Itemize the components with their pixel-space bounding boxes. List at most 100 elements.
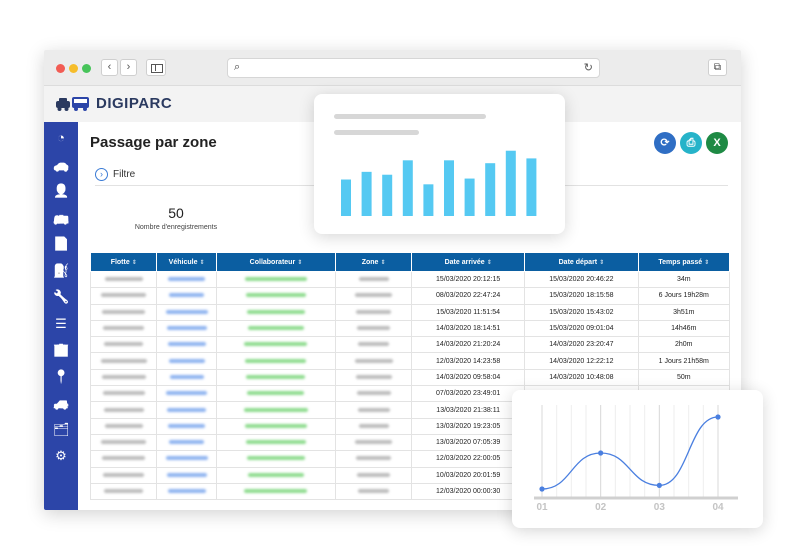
blurred-content — [358, 423, 389, 428]
blurred-cell — [215, 303, 337, 321]
data-point — [539, 486, 545, 492]
blurred-content — [247, 326, 304, 331]
maximize-window-dot[interactable] — [82, 64, 91, 73]
blurred-content — [101, 374, 146, 379]
blurred-cell — [89, 385, 158, 403]
column-header-label: Date départ — [558, 258, 598, 266]
blurred-cell — [335, 450, 413, 468]
blurred-content — [355, 440, 393, 445]
table-cell: 15/03/2020 09:01:04 — [524, 319, 639, 338]
tabs-overview-icon[interactable]: ⧉ — [708, 59, 727, 76]
blurred-cell — [156, 368, 217, 387]
dashboard-icon[interactable]: ◔ — [53, 130, 69, 146]
blurred-cell — [156, 319, 217, 338]
fuel-icon[interactable]: ⛽ — [53, 263, 69, 279]
logo[interactable]: DIGIPARC — [56, 95, 172, 112]
gear-icon[interactable]: ⚙ — [53, 448, 69, 464]
table-cell: 15/03/2020 11:51:54 — [411, 303, 526, 321]
back-arrow-icon[interactable]: ‹ — [101, 59, 118, 76]
blurred-content — [358, 489, 390, 493]
table-cell: 13/03/2020 21:38:11 — [411, 401, 526, 419]
column-header-label: Flotte — [110, 258, 130, 266]
table-cell: 14/03/2020 12:22:12 — [524, 352, 639, 370]
url-input[interactable] — [246, 61, 566, 75]
blurred-content — [246, 309, 305, 314]
wrench-icon[interactable]: 🔧 — [53, 289, 69, 305]
excel-button[interactable]: X — [706, 132, 728, 154]
column-header[interactable]: Temps passé ⇕ — [637, 252, 731, 272]
user-icon[interactable]: 👤 — [53, 183, 69, 199]
building-icon[interactable]: 🏢 — [53, 342, 69, 358]
blurred-content — [101, 440, 147, 445]
bar — [505, 150, 516, 216]
column-header-label: Temps passé — [658, 258, 703, 266]
vehicles-logo-icon — [56, 96, 89, 111]
blurred-cell — [215, 385, 337, 403]
blurred-cell — [89, 417, 158, 435]
blurred-content — [244, 277, 307, 282]
table-cell: 15/03/2020 20:46:22 — [524, 270, 639, 289]
column-header[interactable]: Collaborateur ⇕ — [215, 252, 337, 272]
column-header[interactable]: Date arrivée ⇕ — [411, 252, 526, 272]
print-button[interactable]: ⎙ — [680, 132, 702, 154]
blurred-cell — [89, 270, 158, 289]
blurred-content — [245, 358, 307, 363]
page-title: Passage par zone — [90, 134, 217, 151]
table-row[interactable]: 14/03/2020 09:58:04 14/03/2020 10:48:08 50… — [89, 368, 731, 387]
table-row[interactable]: 08/03/2020 22:47:24 15/03/2020 18:15:58 6 … — [89, 287, 731, 305]
blurred-cell — [335, 466, 413, 484]
location-pin-icon[interactable]: 📍 — [53, 369, 69, 385]
table-cell: 14/03/2020 23:20:47 — [524, 336, 639, 354]
blurred-content — [167, 342, 206, 347]
blurred-content — [166, 326, 207, 331]
column-header-label: Zone — [361, 258, 379, 266]
blurred-content — [168, 358, 205, 363]
record-count-label: Nombre d'enregistrements — [134, 224, 218, 231]
blurred-content — [165, 456, 208, 461]
vehicle-front-icon[interactable]: 🚙 — [53, 395, 69, 411]
refresh-button[interactable]: ⟳ — [654, 132, 676, 154]
layers-icon[interactable]: ☰ — [53, 316, 69, 332]
blurred-cell — [89, 433, 158, 452]
column-header[interactable]: Zone ⇕ — [335, 252, 413, 272]
data-point — [598, 450, 604, 456]
address-bar[interactable]: ⌕ ↻ — [227, 58, 600, 78]
table-cell: 14/03/2020 09:58:04 — [411, 368, 526, 387]
column-header[interactable]: Flotte ⇕ — [89, 252, 158, 272]
reload-icon[interactable]: ↻ — [584, 61, 593, 74]
bar — [464, 178, 475, 216]
table-cell: 50m — [637, 368, 731, 387]
table-cell: 14h46m — [637, 319, 731, 338]
blurred-content — [103, 326, 145, 331]
blurred-cell — [335, 401, 413, 419]
sort-icon: ⇕ — [199, 259, 205, 266]
blurred-cell — [335, 352, 413, 370]
blurred-cell — [89, 401, 158, 419]
car-icon[interactable]: 🚗 — [53, 157, 69, 173]
forward-arrow-icon[interactable]: › — [120, 59, 137, 76]
close-window-dot[interactable] — [56, 64, 65, 73]
column-header[interactable]: Date départ ⇕ — [524, 252, 639, 272]
minimize-window-dot[interactable] — [69, 64, 78, 73]
table-row[interactable]: 14/03/2020 21:20:24 14/03/2020 23:20:47 2h… — [89, 336, 731, 354]
bus-icon[interactable]: 🚌 — [53, 210, 69, 226]
table-row[interactable]: 14/03/2020 18:14:51 15/03/2020 09:01:04 14… — [89, 319, 731, 338]
column-header-label: Date arrivée — [444, 258, 485, 266]
x-tick-label: 04 — [712, 502, 724, 513]
table-row[interactable]: 15/03/2020 11:51:54 15/03/2020 15:43:02 3h… — [89, 303, 731, 321]
blurred-cell — [156, 401, 217, 419]
column-header[interactable]: Véhicule ⇕ — [156, 252, 217, 272]
blurred-cell — [215, 466, 337, 484]
line-chart-card: 01 02 03 04 — [512, 390, 763, 528]
table-row[interactable]: 15/03/2020 20:12:15 15/03/2020 20:46:22 34… — [89, 270, 731, 289]
blurred-content — [102, 309, 146, 314]
blurred-content — [169, 440, 205, 445]
document-icon[interactable]: 📄 — [53, 236, 69, 252]
table-cell: 15/03/2020 20:12:15 — [411, 270, 526, 289]
blurred-cell — [89, 287, 158, 305]
filter-toggle[interactable]: › Filtre — [95, 168, 135, 181]
sidebar-toggle-icon[interactable] — [146, 59, 166, 76]
files-icon[interactable]: 🗂 — [53, 422, 70, 438]
blurred-cell — [89, 303, 158, 321]
table-row[interactable]: 12/03/2020 14:23:58 14/03/2020 12:22:12 1 … — [89, 352, 731, 370]
